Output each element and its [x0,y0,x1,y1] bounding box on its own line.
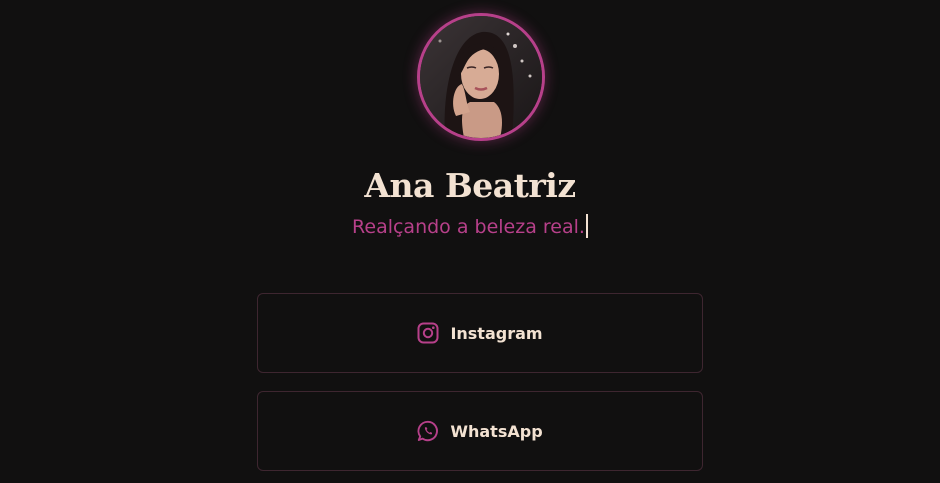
profile-avatar [417,13,545,141]
instagram-link-button[interactable]: Instagram [257,293,703,373]
whatsapp-link-button[interactable]: WhatsApp [257,391,703,471]
typing-cursor [585,214,588,238]
profile-tagline-row: Realçando a beleza real. [0,214,940,240]
whatsapp-link-label: WhatsApp [450,421,543,441]
profile-tagline: Realçando a beleza real. [352,216,585,238]
whatsapp-icon [417,420,439,442]
instagram-icon [417,322,439,344]
instagram-link-label: Instagram [450,323,543,343]
profile-name: Ana Beatriz [364,166,576,205]
